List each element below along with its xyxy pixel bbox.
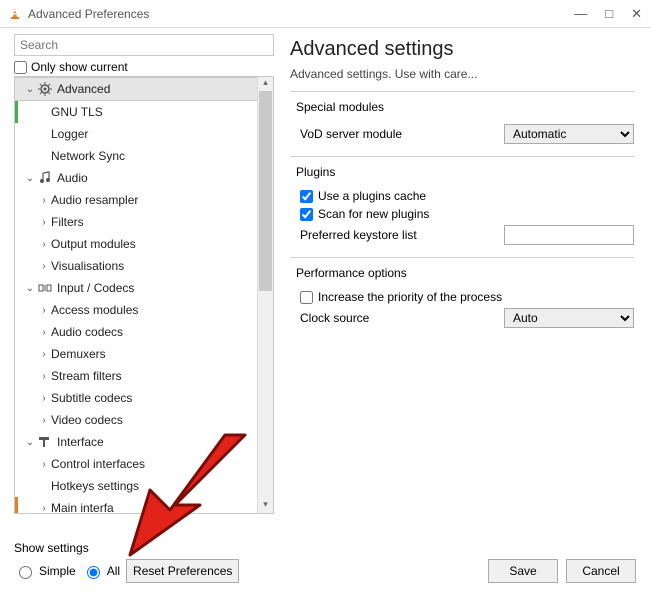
page-subtitle: Advanced settings. Use with care... [290, 67, 634, 81]
show-all-radio[interactable] [87, 566, 100, 579]
vod-module-select[interactable]: Automatic [504, 124, 634, 144]
tree-item-audio[interactable]: ⌄ Audio [15, 167, 257, 189]
tree-item-demuxers[interactable]: ›Demuxers [15, 343, 257, 365]
caret-right-icon: › [37, 503, 51, 514]
caret-right-icon: › [37, 305, 51, 316]
tree-item-video-codecs[interactable]: ›Video codecs [15, 409, 257, 431]
scroll-down-icon[interactable]: ▾ [258, 499, 273, 513]
increase-priority-checkbox[interactable] [300, 291, 313, 304]
caret-right-icon: › [37, 195, 51, 206]
page-title: Advanced settings [290, 38, 634, 61]
tree-item-advanced[interactable]: ⌄ Advanced [15, 77, 257, 101]
tree-item-network-sync[interactable]: Network Sync [15, 145, 257, 167]
use-plugins-cache-label: Use a plugins cache [318, 189, 426, 203]
group-special-modules: Special modules [296, 100, 634, 114]
tree-item-logger[interactable]: Logger [15, 123, 257, 145]
reset-preferences-button[interactable]: Reset Preferences [126, 559, 239, 583]
cancel-button[interactable]: Cancel [566, 559, 636, 583]
tree-label: Stream filters [51, 369, 122, 383]
tree-item-main-interfaces[interactable]: ›Main interfa [15, 497, 257, 513]
tree-item-visualisations[interactable]: ›Visualisations [15, 255, 257, 277]
settings-tree: ⌄ Advanced GNU TLS Logger Network Sync ⌄… [14, 76, 274, 514]
caret-right-icon: › [37, 349, 51, 360]
tree-item-control-interfaces[interactable]: ›Control interfaces [15, 453, 257, 475]
tree-label: Interface [57, 435, 104, 449]
caret-right-icon: › [37, 393, 51, 404]
clock-source-label: Clock source [300, 311, 504, 325]
tree-item-access-modules[interactable]: ›Access modules [15, 299, 257, 321]
tree-label: Visualisations [51, 259, 124, 273]
tree-label: Network Sync [51, 149, 125, 163]
increase-priority-label: Increase the priority of the process [318, 290, 502, 304]
tree-label: Audio [57, 171, 88, 185]
tree-label: Demuxers [51, 347, 106, 361]
only-show-current-checkbox[interactable] [14, 61, 27, 74]
maximize-button[interactable]: □ [605, 6, 613, 22]
group-plugins: Plugins [296, 165, 634, 179]
tree-item-stream-filters[interactable]: ›Stream filters [15, 365, 257, 387]
show-simple-radio[interactable] [19, 566, 32, 579]
caret-right-icon: › [37, 327, 51, 338]
tree-label: Logger [51, 127, 88, 141]
clock-source-select[interactable]: Auto [504, 308, 634, 328]
tree-item-gnu-tls[interactable]: GNU TLS [15, 101, 257, 123]
caret-right-icon: › [37, 459, 51, 470]
tree-scrollbar[interactable]: ▴ ▾ [257, 77, 273, 513]
vlc-cone-icon [8, 7, 22, 21]
window-title: Advanced Preferences [28, 7, 574, 21]
caret-right-icon: › [37, 217, 51, 228]
tree-item-audio-resampler[interactable]: ›Audio resampler [15, 189, 257, 211]
tree-label: Access modules [51, 303, 138, 317]
show-simple-label: Simple [39, 564, 76, 578]
caret-right-icon: › [37, 239, 51, 250]
brush-icon [37, 434, 53, 450]
tree-item-hotkeys-settings[interactable]: Hotkeys settings [15, 475, 257, 497]
scroll-thumb[interactable] [259, 91, 272, 291]
scan-new-plugins-label: Scan for new plugins [318, 207, 429, 221]
close-button[interactable]: ✕ [631, 6, 642, 22]
keystore-input[interactable] [504, 225, 634, 245]
caret-right-icon: › [37, 371, 51, 382]
search-input[interactable] [14, 34, 274, 56]
tree-label: Control interfaces [51, 457, 145, 471]
tree-label: Advanced [57, 82, 110, 96]
caret-down-icon: ⌄ [23, 283, 37, 294]
caret-down-icon: ⌄ [23, 84, 37, 95]
codec-icon [37, 280, 53, 296]
show-all-label: All [107, 564, 120, 578]
music-note-icon [37, 170, 53, 186]
save-button[interactable]: Save [488, 559, 558, 583]
tree-label: GNU TLS [51, 105, 103, 119]
caret-down-icon: ⌄ [23, 173, 37, 184]
only-show-current-label: Only show current [31, 60, 128, 74]
tree-label: Video codecs [51, 413, 123, 427]
keystore-label: Preferred keystore list [300, 228, 504, 242]
tree-label: Main interfa [51, 501, 114, 513]
tree-item-subtitle-codecs[interactable]: ›Subtitle codecs [15, 387, 257, 409]
caret-down-icon: ⌄ [23, 437, 37, 448]
minimize-button[interactable]: — [574, 6, 587, 22]
tree-label: Output modules [51, 237, 136, 251]
gear-icon [37, 81, 53, 97]
tree-item-output-modules[interactable]: ›Output modules [15, 233, 257, 255]
tree-label: Input / Codecs [57, 281, 134, 295]
tree-item-interface[interactable]: ⌄ Interface [15, 431, 257, 453]
scroll-up-icon[interactable]: ▴ [258, 77, 273, 91]
caret-right-icon: › [37, 261, 51, 272]
tree-item-input-codecs[interactable]: ⌄ Input / Codecs [15, 277, 257, 299]
tree-label: Hotkeys settings [51, 479, 139, 493]
tree-label: Filters [51, 215, 84, 229]
tree-item-filters[interactable]: ›Filters [15, 211, 257, 233]
tree-item-audio-codecs[interactable]: ›Audio codecs [15, 321, 257, 343]
use-plugins-cache-checkbox[interactable] [300, 190, 313, 203]
tree-label: Audio codecs [51, 325, 123, 339]
tree-label: Subtitle codecs [51, 391, 132, 405]
tree-label: Audio resampler [51, 193, 138, 207]
vod-module-label: VoD server module [300, 127, 504, 141]
scan-new-plugins-checkbox[interactable] [300, 208, 313, 221]
group-performance: Performance options [296, 266, 634, 280]
caret-right-icon: › [37, 415, 51, 426]
